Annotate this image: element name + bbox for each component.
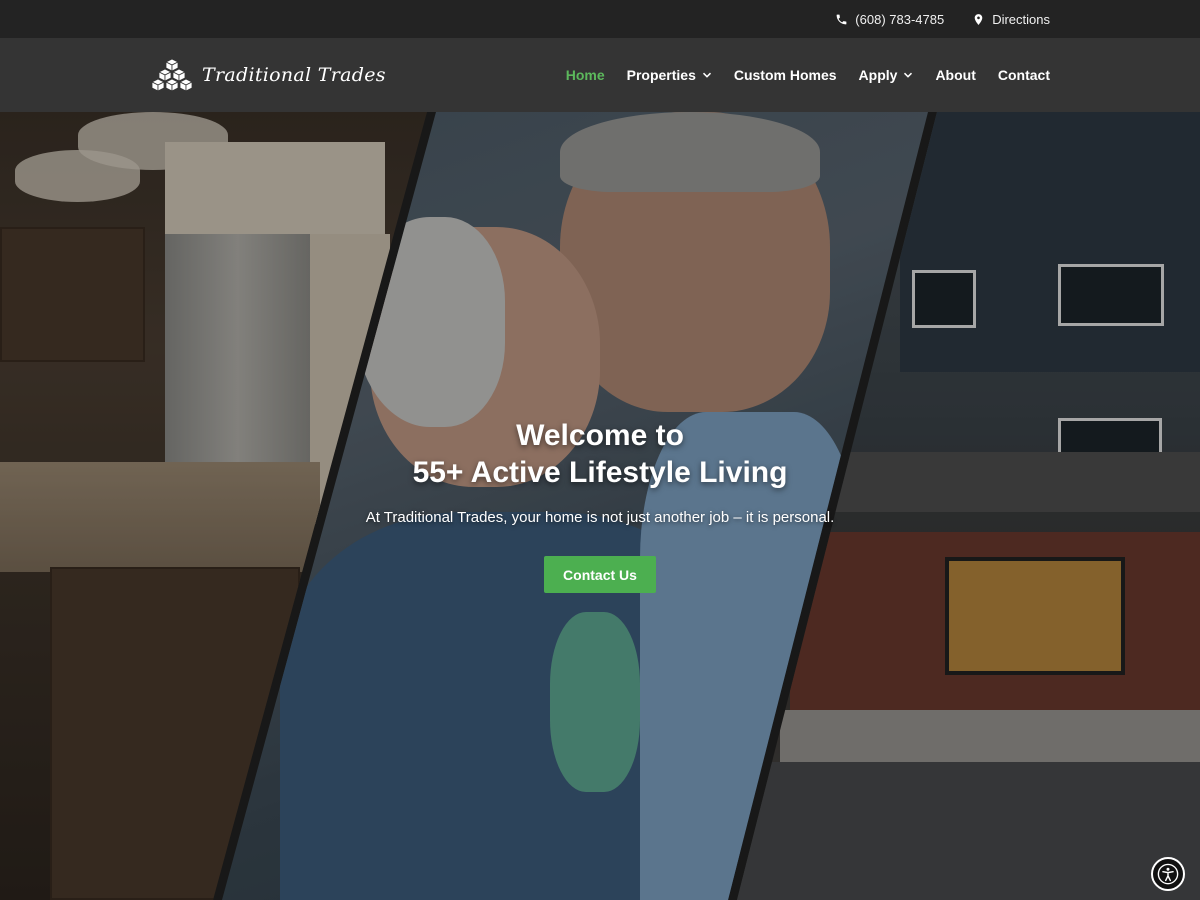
nav-about-label: About	[935, 67, 976, 83]
hero-content: Welcome to 55+ Active Lifestyle Living A…	[0, 112, 1200, 900]
accessibility-icon	[1157, 863, 1179, 885]
hero-subtitle: At Traditional Trades, your home is not …	[365, 509, 835, 526]
hero-banner: Welcome to 55+ Active Lifestyle Living A…	[0, 112, 1200, 900]
logo-text: Traditional Trades	[202, 64, 386, 86]
nav-contact[interactable]: Contact	[998, 67, 1050, 83]
nav-home-label: Home	[565, 67, 605, 83]
hero-title: Welcome to 55+ Active Lifestyle Living	[300, 417, 900, 491]
contact-us-button[interactable]: Contact Us	[544, 556, 656, 593]
nav-custom-homes-label: Custom Homes	[733, 67, 837, 83]
nav-about[interactable]: About	[935, 67, 975, 83]
directions-link[interactable]: Directions	[972, 12, 1050, 27]
nav-properties-label: Properties	[626, 67, 696, 83]
nav-custom-homes[interactable]: Custom Homes	[734, 67, 837, 83]
chevron-down-icon	[702, 72, 711, 78]
main-navbar: Traditional Trades Home Properties Custo…	[0, 38, 1200, 112]
site-logo[interactable]: Traditional Trades	[150, 58, 386, 92]
primary-nav: Home Properties Custom Homes Apply About…	[566, 38, 1050, 112]
phone-icon	[836, 14, 847, 24]
hero-title-line1: Welcome to	[516, 419, 684, 452]
accessibility-button[interactable]	[1151, 857, 1185, 891]
hero-title-line2: 55+ Active Lifestyle Living	[412, 456, 788, 489]
directions-label: Directions	[992, 11, 1050, 27]
top-bar-contact: (608) 783-4785 Directions	[835, 0, 1050, 38]
map-pin-icon	[974, 13, 983, 25]
nav-contact-label: Contact	[997, 67, 1050, 83]
nav-properties[interactable]: Properties	[627, 67, 712, 83]
top-bar: (608) 783-4785 Directions	[0, 0, 1200, 38]
chevron-down-icon	[904, 72, 913, 78]
blocks-logo-icon	[151, 58, 193, 92]
nav-home[interactable]: Home	[566, 67, 605, 83]
nav-apply[interactable]: Apply	[859, 67, 914, 83]
nav-apply-label: Apply	[858, 67, 898, 83]
phone-number: (608) 783-4785	[855, 11, 945, 27]
phone-link[interactable]: (608) 783-4785	[835, 12, 944, 27]
